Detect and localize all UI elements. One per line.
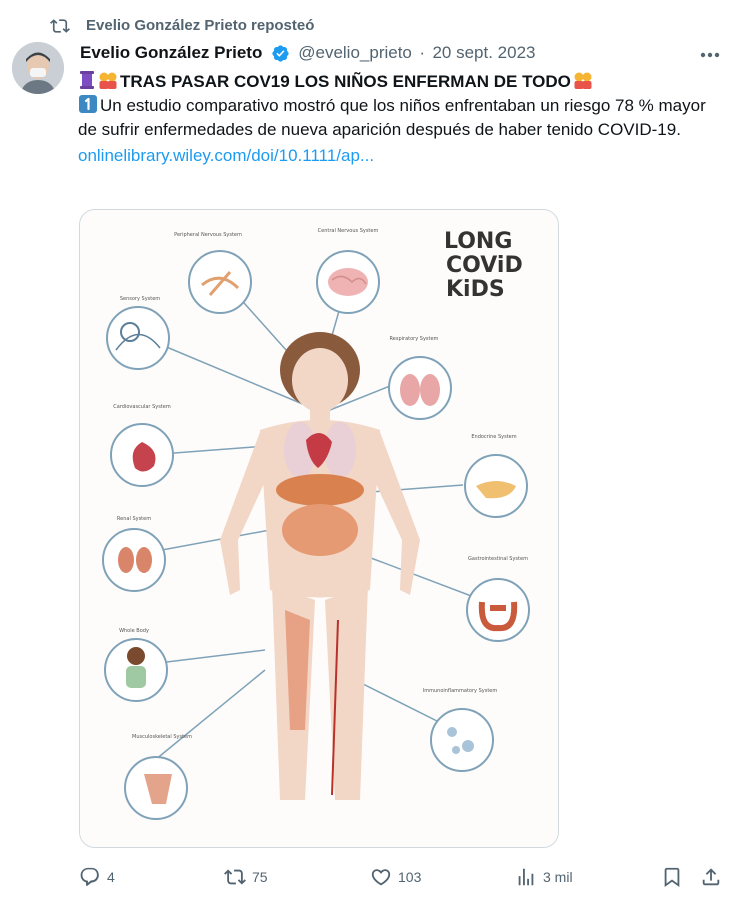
body-paragraph: Un estudio comparativo mostró que los ni… (78, 94, 728, 142)
system-label: Gastrointestinal System (468, 556, 528, 562)
system-label: Immunoinflammatory System (423, 688, 498, 694)
body-text: Un estudio comparativo mostró que los ni… (78, 96, 706, 139)
body-systems-illustration: LONG COViD KiDS Peripheral Nervous Syste… (80, 210, 558, 847)
repost-button[interactable]: 75 (224, 862, 268, 892)
reply-icon (80, 867, 99, 887)
repost-indicator[interactable]: Evelio González Prieto reposteó (0, 12, 756, 40)
repost-count: 75 (252, 869, 268, 885)
system-label: Endocrine System (471, 434, 516, 440)
twins-emoji-icon (99, 72, 117, 89)
more-options-icon[interactable] (697, 46, 723, 64)
verified-badge-icon (272, 44, 289, 62)
media-image[interactable]: LONG COViD KiDS Peripheral Nervous Syste… (79, 209, 559, 848)
bookmark-button[interactable] (661, 862, 683, 892)
heart-icon (371, 869, 391, 886)
system-label: Musculoskeletal System (132, 734, 192, 740)
system-label: Sensory System (120, 296, 160, 302)
share-icon (702, 868, 720, 886)
reply-count: 4 (107, 869, 115, 885)
keycap-one-icon (79, 95, 97, 113)
system-label: Central Nervous System (318, 228, 379, 234)
system-label: Peripheral Nervous System (174, 232, 242, 238)
tweet-header: Evelio González Prieto @evelio_prieto · … (80, 43, 700, 67)
svg-text:KiDS: KiDS (446, 277, 505, 302)
article-link[interactable]: onlinelibrary.wiley.com/doi/10.1111/ap..… (78, 144, 728, 168)
twins-emoji-icon (574, 72, 592, 89)
author-handle[interactable]: @evelio_prieto (298, 43, 412, 62)
avatar[interactable] (12, 42, 64, 94)
views-button[interactable]: 3 mil (515, 862, 573, 892)
system-label: Respiratory System (390, 336, 439, 342)
share-button[interactable] (700, 862, 722, 892)
system-label: Cardiovascular System (113, 404, 171, 410)
post-date[interactable]: 20 sept. 2023 (432, 43, 535, 62)
headline-line: TRAS PASAR COV19 LOS NIÑOS ENFERMAN DE T… (78, 70, 728, 94)
svg-text:COViD: COViD (446, 253, 523, 278)
system-label: Renal System (117, 516, 151, 522)
like-button[interactable]: 103 (370, 862, 421, 892)
repost-icon (50, 19, 70, 33)
analytics-icon (518, 868, 534, 886)
repost-label: Evelio González Prieto reposteó (86, 17, 315, 34)
svg-text:LONG: LONG (444, 229, 512, 254)
author-name[interactable]: Evelio González Prieto (80, 43, 262, 62)
thread-spool-icon (80, 71, 94, 89)
action-bar: 4 75 103 3 mil (0, 862, 756, 892)
like-count: 103 (398, 869, 422, 885)
view-count: 3 mil (543, 869, 573, 885)
tweet-text: TRAS PASAR COV19 LOS NIÑOS ENFERMAN DE T… (78, 70, 728, 168)
system-label: Whole Body (119, 628, 149, 634)
repost-icon (224, 869, 246, 885)
separator-dot: · (419, 43, 426, 62)
headline-text: TRAS PASAR COV19 LOS NIÑOS ENFERMAN DE T… (120, 72, 571, 91)
bookmark-icon (664, 867, 680, 888)
reply-button[interactable]: 4 (79, 862, 115, 892)
